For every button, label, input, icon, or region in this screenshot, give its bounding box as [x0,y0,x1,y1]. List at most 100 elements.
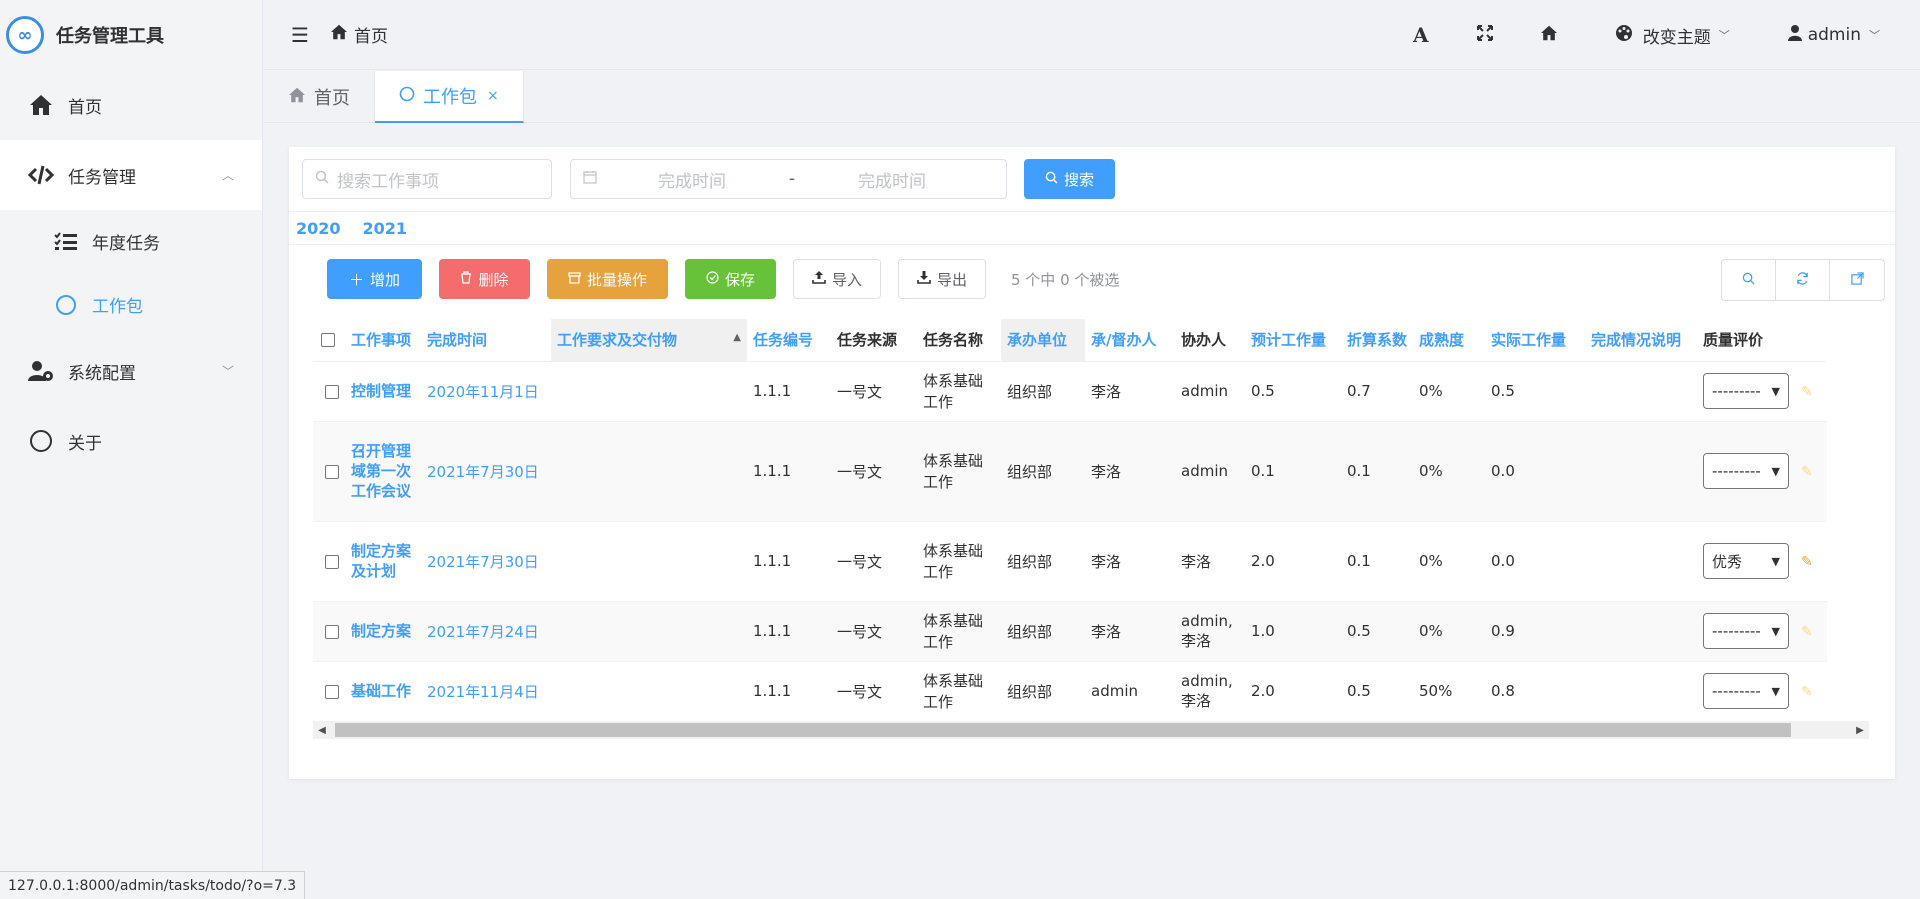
tab-work-package[interactable]: 工作包 × [375,71,524,123]
col-header-sorted[interactable]: 工作要求及交付物 ▲ [551,319,747,362]
font-size-button[interactable]: A [1389,0,1453,70]
sidebar-item-system-config[interactable]: 系统配置 ﹀ [0,336,262,406]
user-dropdown[interactable]: admin ﹀ [1772,0,1896,70]
col-header[interactable]: 完成情况说明 [1585,319,1698,362]
date-link[interactable]: 2021年7月24日 [421,601,551,662]
factor-cell: 0.5 [1341,601,1414,662]
external-link-icon [1850,271,1864,289]
row-select-cell [313,601,345,662]
save-button[interactable]: 保存 [685,259,776,299]
theme-dropdown[interactable]: 改变主题 ﹀ [1599,0,1746,70]
quality-select[interactable]: 优秀 ▼ [1703,543,1790,579]
refresh-button[interactable] [1776,260,1830,300]
tab-label: 工作包 [423,87,477,108]
search-button[interactable]: 搜索 [1024,159,1115,199]
requirements-cell [551,421,747,522]
edit-cell: ✎ [1795,521,1828,602]
pencil-icon[interactable]: ✎ [1801,464,1813,480]
fullscreen-button[interactable] [1453,0,1517,70]
row-checkbox[interactable] [325,464,339,479]
maturity-cell: 50% [1413,661,1486,722]
delete-button[interactable]: 删除 [439,259,530,299]
row-checkbox[interactable] [325,384,339,399]
scroll-left-icon[interactable]: ◀ [313,725,331,736]
row-checkbox[interactable] [325,554,339,569]
note-cell [1585,421,1698,522]
download-icon [917,270,931,288]
col-header[interactable]: 工作事项 [345,319,421,362]
home-button[interactable] [1517,0,1581,70]
date-link[interactable]: 2021年7月30日 [421,521,551,602]
edit-cell: ✎ [1795,361,1828,422]
logo[interactable]: ∞ 任务管理工具 [0,0,262,70]
sort-asc-icon[interactable]: ▲ [733,332,741,343]
task-item-link[interactable]: 控制管理 [345,361,421,422]
breadcrumb[interactable]: 首页 [330,22,388,47]
col-header[interactable]: 成熟度 [1413,319,1486,362]
year-link[interactable]: 2021 [363,219,408,238]
quality-value: --------- [1712,382,1761,400]
date-range-picker[interactable]: 完成时间 - 完成时间 [570,159,1007,199]
date-link[interactable]: 2020年11月1日 [421,361,551,422]
row-checkbox[interactable] [325,684,339,699]
horizontal-scrollbar[interactable]: ◀ ▶ [313,721,1869,739]
close-icon[interactable]: × [487,88,499,104]
chevron-down-icon: ﹀ [1718,29,1730,42]
scroll-right-icon[interactable]: ▶ [1851,725,1869,736]
task-item-link[interactable]: 制定方案 [345,601,421,662]
pencil-icon[interactable]: ✎ [1801,624,1813,640]
selection-count: 5 个中 0 个被选 [1011,270,1120,289]
home-icon [288,87,306,108]
check-circle-icon [706,270,719,288]
date-link[interactable]: 2021年7月30日 [421,421,551,522]
quality-select[interactable]: --------- ▼ [1703,373,1790,409]
col-header[interactable]: 预计工作量 [1245,319,1341,362]
year-link[interactable]: 2020 [296,219,341,238]
task-item-link[interactable]: 基础工作 [345,661,421,722]
row-checkbox[interactable] [325,624,339,639]
pencil-icon[interactable]: ✎ [1801,554,1813,570]
sidebar-item-annual-tasks[interactable]: 年度任务 [0,210,262,273]
circle-icon [28,428,54,454]
batch-button[interactable]: 批量操作 [547,259,668,299]
quality-select[interactable]: --------- ▼ [1703,613,1790,649]
col-header[interactable]: 实际工作量 [1485,319,1586,362]
import-button[interactable]: 导入 [793,259,881,299]
code-icon [28,162,54,188]
pencil-icon[interactable]: ✎ [1801,384,1813,400]
task-item-link[interactable]: 召开管理域第一次工作会议 [345,421,421,522]
sidebar-item-work-package[interactable]: 工作包 [0,273,262,336]
sidebar-item-about[interactable]: 关于 [0,406,262,476]
row-select-cell [313,361,345,422]
date-start[interactable]: 完成时间 [607,167,777,192]
tab-home[interactable]: 首页 [264,71,375,123]
task-item-link[interactable]: 制定方案及计划 [345,521,421,602]
col-header[interactable]: 承办单位 [1001,319,1085,362]
col-header[interactable]: 承/督办人 [1085,319,1175,362]
quality-select[interactable]: --------- ▼ [1703,673,1790,709]
pencil-icon[interactable]: ✎ [1801,684,1813,700]
col-header[interactable]: 折算系数 [1341,319,1414,362]
search-input[interactable]: 搜索工作事项 [302,159,552,199]
scrollbar-thumb[interactable] [335,723,1791,737]
export-view-button[interactable] [1830,260,1884,300]
quality-value: 优秀 [1712,552,1743,571]
date-end[interactable]: 完成时间 [807,167,977,192]
quality-select[interactable]: --------- ▼ [1703,453,1790,489]
unit-cell: 组织部 [1001,521,1085,602]
hamburger-menu-icon[interactable]: ☰ [288,23,312,47]
owner-cell: 李洛 [1085,601,1175,662]
export-button[interactable]: 导出 [898,259,986,299]
date-separator: - [788,169,796,189]
assist-cell: admin, 李洛 [1175,661,1245,722]
toggle-search-button[interactable] [1722,260,1776,300]
date-link[interactable]: 2021年11月4日 [421,661,551,722]
add-button[interactable]: ＋ 增加 [327,259,422,299]
chevron-down-icon: ▼ [1771,684,1781,698]
col-header[interactable]: 完成时间 [421,319,551,362]
owner-cell: admin [1085,661,1175,722]
col-header[interactable]: 任务编号 [747,319,831,362]
sidebar-item-home[interactable]: 首页 [0,70,262,140]
sidebar-item-task-management[interactable]: 任务管理 ︿ [0,140,262,210]
select-all-checkbox[interactable] [321,333,335,348]
